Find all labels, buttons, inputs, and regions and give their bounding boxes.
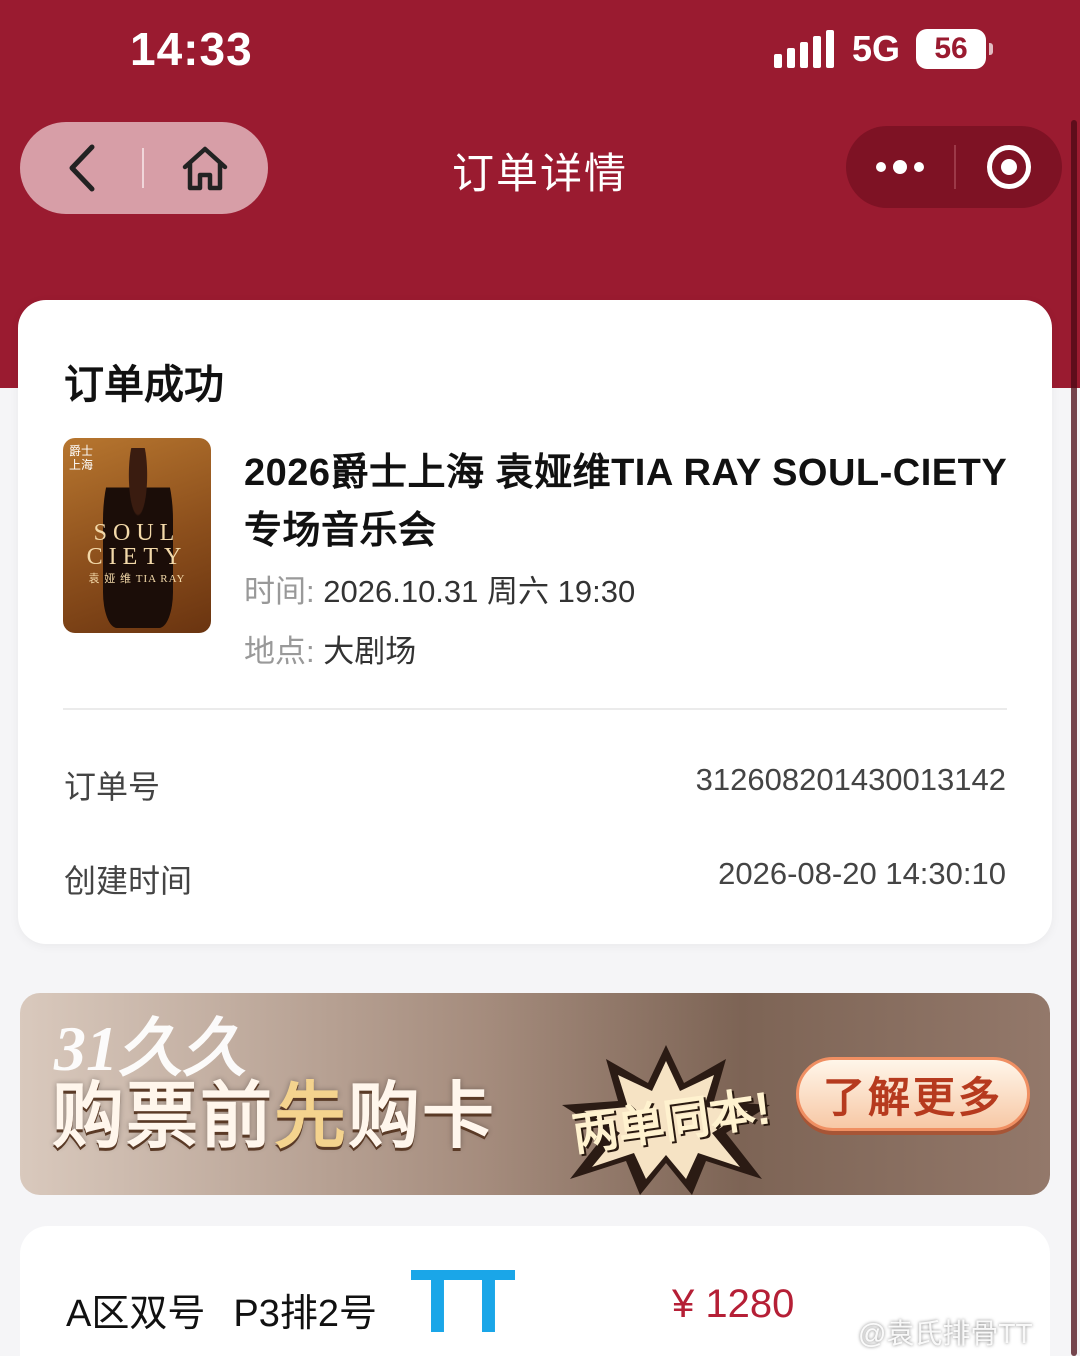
slogan-part-1: 购票前: [52, 1077, 275, 1157]
order-number-value[interactable]: 312608201430013142: [696, 762, 1006, 798]
more-button[interactable]: [846, 126, 954, 208]
more-icon-dot: [893, 160, 907, 174]
place-value: 大剧场: [323, 634, 417, 669]
order-number-label: 订单号: [64, 769, 161, 805]
divider: [63, 708, 1007, 710]
time-label: 时间:: [244, 574, 315, 609]
more-icon: [876, 162, 886, 172]
status-time: 14:33: [130, 23, 253, 75]
watermark: @袁氏排骨TT: [858, 1318, 1033, 1349]
ticket-price: ¥ 1280: [672, 1282, 795, 1326]
network-label: 5G: [851, 28, 900, 69]
status-icons: 5G 56: [773, 28, 993, 70]
learn-more-button[interactable]: 了解更多: [796, 1057, 1030, 1131]
created-time-value: 2026-08-20 14:30:10: [718, 856, 1006, 891]
miniapp-capsule: [846, 126, 1062, 208]
order-status: 订单成功: [64, 363, 224, 407]
more-icon-dot: [914, 162, 924, 172]
event-place-row: 地点: 大剧场: [244, 626, 416, 671]
battery-icon: 56: [916, 29, 993, 69]
slogan-part-2: 购卡: [348, 1077, 497, 1157]
target-icon-center: [1001, 159, 1017, 175]
event-name: 2026爵士上海 袁娅维TIA RAY SOUL-CIETY专场音乐会: [244, 452, 1008, 552]
seat-area: A区双号: [66, 1293, 206, 1335]
poster-title-2: CIETY: [86, 544, 188, 570]
tt-overlay-mark: TT: [410, 1252, 516, 1352]
promo-banner[interactable]: 31久久 购票前先购卡 两单同本! 了解更多: [20, 993, 1050, 1195]
signal-icon: [773, 30, 834, 68]
event-time-row: 时间: 2026.10.31 周六 19:30: [244, 566, 635, 611]
poster-artist: 袁 娅 维 TIA RAY: [88, 573, 186, 585]
scrollbar[interactable]: [1071, 120, 1077, 1356]
poster-logo: 爵士上海: [69, 444, 94, 472]
slogan-highlight: 先: [274, 1077, 349, 1157]
target-icon: [987, 145, 1031, 189]
order-card: 订单成功 爵士上海 SOUL CIETY 袁 娅 维 TIA RAY 2026爵…: [18, 300, 1052, 944]
place-label: 地点:: [244, 634, 315, 669]
poster-title-1: SOUL: [93, 520, 181, 546]
created-time-label: 创建时间: [64, 863, 193, 899]
seat-number: P3排2号: [233, 1293, 377, 1335]
close-miniapp-button[interactable]: [956, 126, 1062, 208]
seat-info: A区双号 P3排2号: [66, 1282, 377, 1337]
event-poster[interactable]: 爵士上海 SOUL CIETY 袁 娅 维 TIA RAY: [63, 438, 211, 633]
banner-slogan: 购票前先购卡: [52, 1057, 496, 1162]
time-value: 2026.10.31 周六 19:30: [323, 574, 636, 609]
